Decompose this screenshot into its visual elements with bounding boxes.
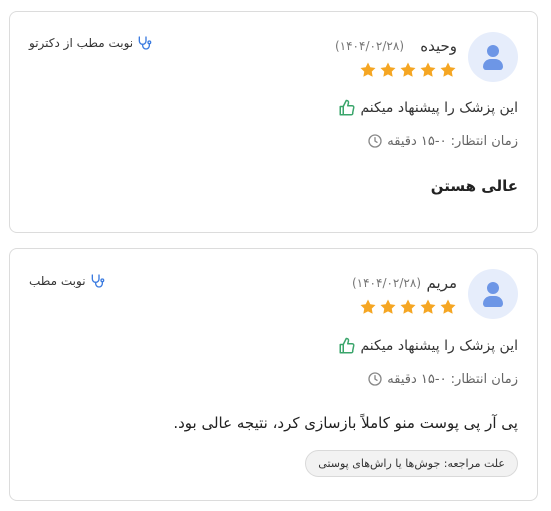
user-avatar-icon — [468, 32, 518, 82]
wait-time-text: زمان انتظار: ۰-۱۵ دقیقه — [387, 133, 518, 149]
clock-icon — [367, 133, 383, 149]
stethoscope-icon — [136, 35, 152, 51]
star-icon — [379, 61, 397, 79]
wait-time: زمان انتظار: ۰-۱۵ دقیقه — [367, 133, 518, 149]
review-date: (۱۴۰۴/۰۲/۲۸) — [351, 276, 421, 290]
appointment-source: نوبت مطب — [29, 273, 105, 289]
thumbs-up-icon — [338, 99, 356, 117]
review-card: وحیده (۱۴۰۴/۰۲/۲۸) نوبت مطب از دکترتو ای… — [9, 11, 538, 233]
recommendation: این پزشک را پیشنهاد میکنم — [338, 99, 518, 117]
review-comment: عالی هستن — [430, 177, 518, 195]
wait-time: زمان انتظار: ۰-۱۵ دقیقه — [367, 371, 518, 387]
star-icon — [439, 61, 457, 79]
appointment-source: نوبت مطب از دکترتو — [29, 35, 152, 51]
star-icon — [419, 298, 437, 316]
appointment-source-label: نوبت مطب از دکترتو — [29, 36, 134, 50]
star-icon — [399, 61, 417, 79]
thumbs-up-icon — [338, 337, 356, 355]
review-card: مریم (۱۴۰۴/۰۲/۲۸) نوبت مطب این پزشک را پ… — [9, 248, 538, 501]
star-icon — [359, 61, 377, 79]
star-icon — [399, 298, 417, 316]
recommendation: این پزشک را پیشنهاد میکنم — [338, 337, 518, 355]
recommendation-text: این پزشک را پیشنهاد میکنم — [360, 100, 518, 116]
star-icon — [359, 298, 377, 316]
review-date: (۱۴۰۴/۰۲/۲۸) — [334, 39, 404, 53]
star-icon — [439, 298, 457, 316]
recommendation-text: این پزشک را پیشنهاد میکنم — [360, 338, 518, 354]
visit-reason-chip: علت مراجعه: جوش‌ها یا راش‌های پوستی — [305, 450, 518, 477]
rating-stars — [359, 298, 457, 316]
star-icon — [379, 298, 397, 316]
wait-time-text: زمان انتظار: ۰-۱۵ دقیقه — [387, 371, 518, 387]
user-avatar-icon — [468, 269, 518, 319]
clock-icon — [367, 371, 383, 387]
review-comment: پی آر پی پوست منو کاملاً بازسازی کرد، نت… — [173, 414, 518, 432]
star-icon — [419, 61, 437, 79]
reviewer-name: مریم — [426, 274, 457, 292]
reviewer-name: وحیده — [420, 37, 457, 55]
appointment-source-label: نوبت مطب — [29, 274, 86, 288]
rating-stars — [359, 61, 457, 79]
stethoscope-icon — [89, 273, 105, 289]
